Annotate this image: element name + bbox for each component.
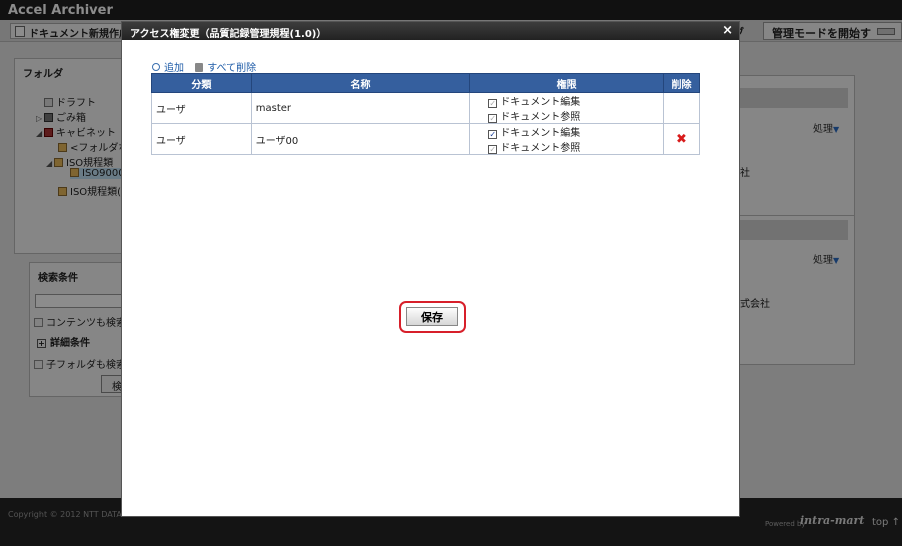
dialog-actions: 追加 すべて削除: [152, 59, 264, 74]
close-icon[interactable]: ×: [722, 23, 733, 38]
view-permission: ✓ ドキュメント参照: [488, 108, 580, 123]
view-label: ドキュメント参照: [500, 143, 581, 154]
cell-permission: ✓ ドキュメント編集✓ ドキュメント参照: [469, 92, 665, 124]
search-icon: [152, 63, 160, 71]
cell-type: ユーザ: [151, 92, 252, 124]
view-label: ドキュメント参照: [500, 112, 581, 123]
dialog-title: アクセス権変更（品質記録管理規程(1.0)）: [130, 29, 327, 40]
edit-label: ドキュメント編集: [500, 97, 581, 108]
trash-icon: [195, 63, 204, 72]
save-button[interactable]: 保存: [406, 307, 458, 326]
dialog-header: アクセス権変更（品質記録管理規程(1.0)） ×: [122, 22, 739, 40]
cell-delete: [663, 92, 700, 124]
view-permission: ✓ ドキュメント参照: [488, 139, 580, 154]
view-checkbox: ✓: [488, 114, 498, 123]
cell-name: ユーザ00: [250, 123, 471, 155]
edit-label: ドキュメント編集: [500, 128, 581, 139]
delete-icon[interactable]: ✖: [676, 132, 687, 147]
edit-permission: ✓ ドキュメント編集: [488, 93, 580, 108]
edit-permission: ✓ ドキュメント編集: [488, 124, 580, 139]
table-row: ユーザ master ✓ ドキュメント編集✓ ドキュメント参照: [151, 92, 700, 124]
column-header-name: 名称: [250, 73, 471, 93]
edit-checkbox: ✓: [488, 99, 498, 108]
view-checkbox: ✓: [488, 145, 498, 154]
edit-checkbox[interactable]: ✓: [488, 130, 498, 139]
column-header-delete: 削除: [663, 73, 700, 93]
cell-type: ユーザ: [151, 123, 252, 155]
save-button-highlight: 保存: [399, 301, 466, 333]
cell-delete: ✖: [663, 123, 700, 155]
cell-name: master: [250, 92, 471, 124]
column-header-permission: 権限: [469, 73, 665, 93]
permissions-table: 分類 名称 権限 削除 ユーザ master ✓ ドキュメント編集✓ ドキュメント参照ユ…: [151, 73, 700, 155]
column-header-type: 分類: [151, 73, 252, 93]
cell-permission: ✓ ドキュメント編集✓ ドキュメント参照: [469, 123, 665, 155]
access-rights-dialog: アクセス権変更（品質記録管理規程(1.0)） × 追加 すべて削除 分類 名称 …: [121, 21, 740, 517]
table-row: ユーザ ユーザ00 ✓ ドキュメント編集✓ ドキュメント参照 ✖: [151, 123, 700, 155]
